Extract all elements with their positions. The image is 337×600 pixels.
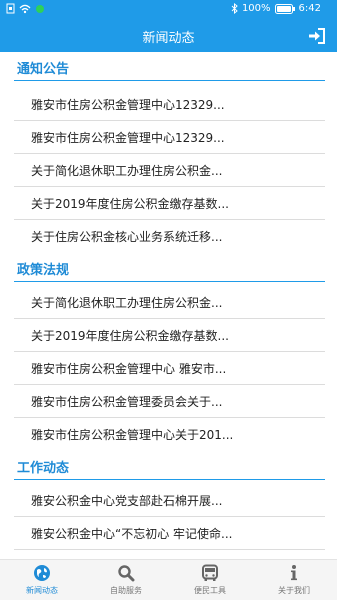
- list-item[interactable]: 关于住房公积金核心业务系统迁移...: [0, 220, 337, 253]
- list-item-title: 雅安公积金中心“不忘初心 牢记使命...: [31, 527, 233, 541]
- news-content[interactable]: 通知公告 雅安市住房公积金管理中心12329... 雅安市住房公积金管理中心12…: [0, 52, 337, 559]
- list-item-title: 关于简化退休职工办理住房公积金...: [31, 164, 223, 178]
- app-notification-icon: [36, 4, 44, 13]
- list-item-title: 雅安市住房公积金管理中心关于201...: [31, 428, 234, 442]
- list-item-title: 关于住房公积金核心业务系统迁移...: [31, 230, 223, 244]
- list-item[interactable]: 关于简化退休职工办理住房公积金...: [0, 286, 337, 319]
- nav-label: 自助服务: [110, 586, 142, 595]
- section-divider: [14, 80, 325, 81]
- sim-icon: [6, 3, 15, 14]
- section-title: 政策法规: [17, 263, 70, 278]
- list-item[interactable]: 雅安市住房公积金管理中心关于201...: [0, 418, 337, 451]
- nav-item-about[interactable]: 关于我们: [252, 560, 336, 600]
- section-divider: [14, 281, 325, 282]
- bottom-nav: 新闻动态 自助服务 便民工具 关于我们: [0, 559, 337, 600]
- section-header-work-news: 工作动态: [0, 451, 337, 481]
- list-item[interactable]: 雅安市住房公积金管理中心12329...: [0, 88, 337, 121]
- list-item[interactable]: 关于2019年度住房公积金缴存基数...: [0, 319, 337, 352]
- nav-label: 关于我们: [278, 586, 310, 595]
- list-item-title: 关于2019年度住房公积金缴存基数...: [31, 329, 229, 343]
- section-title: 工作动态: [17, 461, 70, 476]
- bus-icon: [202, 564, 218, 581]
- list-item[interactable]: 雅安公积金中心党支部赴石棉开展...: [0, 484, 337, 517]
- exit-button[interactable]: [307, 26, 327, 46]
- nav-item-tools[interactable]: 便民工具: [168, 560, 252, 600]
- list-item[interactable]: 关于2019年度住房公积金缴存基数...: [0, 187, 337, 220]
- info-icon: [291, 565, 297, 581]
- list-item-title: 雅安公积金中心党支部赴石棉开展...: [31, 494, 223, 508]
- battery-percent: 100%: [241, 3, 271, 14]
- nav-label: 新闻动态: [26, 586, 58, 595]
- bluetooth-icon: [231, 3, 238, 14]
- list-item[interactable]: 雅安市住房公积金管理委员会关于...: [0, 385, 337, 418]
- list-item-title: 雅安市住房公积金管理中心12329...: [31, 131, 225, 145]
- status-right-info: 100% 6:42: [231, 3, 321, 14]
- search-icon: [118, 565, 135, 582]
- nav-label: 便民工具: [194, 586, 226, 595]
- globe-icon: [34, 565, 50, 581]
- section-title: 通知公告: [17, 62, 70, 77]
- list-item-title: 雅安市住房公积金管理中心 雅安市...: [31, 362, 227, 376]
- section-divider: [14, 479, 325, 480]
- exit-icon: [309, 28, 325, 44]
- app-bar: 新闻动态: [0, 20, 337, 52]
- list-item[interactable]: 雅安公积金中心“不忘初心 牢记使命...: [0, 517, 337, 550]
- item-divider: [14, 549, 325, 550]
- page-title: 新闻动态: [142, 31, 195, 46]
- nav-item-self-service[interactable]: 自助服务: [84, 560, 168, 600]
- section-header-policies: 政策法规: [0, 253, 337, 283]
- list-item-title: 雅安市住房公积金管理委员会关于...: [31, 395, 223, 409]
- clock: 6:42: [298, 3, 321, 14]
- section-header-notices: 通知公告: [0, 52, 337, 82]
- status-left-icons: [6, 3, 45, 14]
- battery-icon: [274, 3, 295, 14]
- list-item-title: 关于简化退休职工办理住房公积金...: [31, 296, 223, 310]
- list-item-title: 关于2019年度住房公积金缴存基数...: [31, 197, 229, 211]
- list-item-title: 雅安市住房公积金管理中心12329...: [31, 98, 225, 112]
- wifi-icon: [19, 4, 31, 13]
- list-item[interactable]: 雅安市住房公积金管理中心12329...: [0, 121, 337, 154]
- list-item[interactable]: 雅安市住房公积金管理中心 雅安市...: [0, 352, 337, 385]
- nav-item-news[interactable]: 新闻动态: [0, 560, 84, 600]
- status-bar: 100% 6:42: [0, 0, 337, 20]
- list-item[interactable]: 关于简化退休职工办理住房公积金...: [0, 154, 337, 187]
